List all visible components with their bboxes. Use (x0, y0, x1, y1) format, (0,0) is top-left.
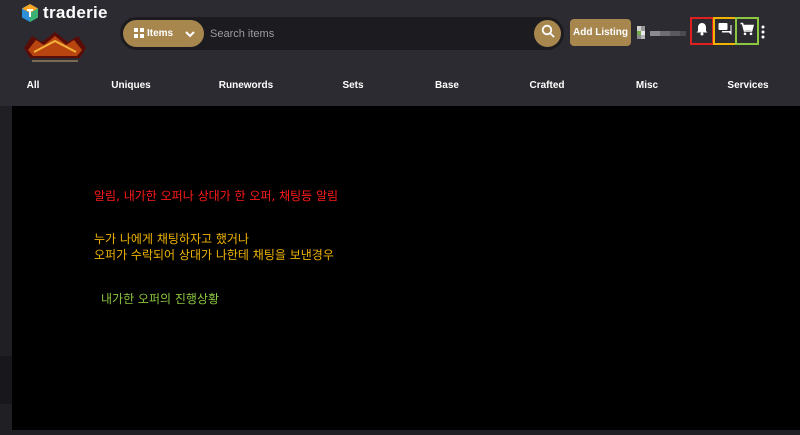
category-select-label: Items (147, 28, 174, 39)
chevron-down-icon (184, 27, 196, 45)
nav-item-sets[interactable]: Sets (342, 80, 363, 91)
annotation-cart: 내가한 오퍼의 진행상황 (101, 292, 220, 306)
kebab-menu-icon (761, 25, 765, 43)
category-nav: All Uniques Runewords Sets Base Crafted … (0, 80, 800, 96)
nav-item-misc[interactable]: Misc (636, 80, 658, 91)
grid-icon (134, 25, 144, 43)
annotation-notifications: 알림, 내가한 오퍼나 상대가 한 오퍼, 채팅등 알림 (94, 189, 339, 203)
cart-button[interactable] (735, 17, 759, 45)
brand[interactable]: traderie (22, 3, 108, 23)
left-edge-panel (0, 106, 12, 435)
annotation-messages-line1: 누가 나에게 채팅하자고 했거나 (94, 232, 249, 246)
bottom-edge (12, 430, 800, 435)
nav-item-all[interactable]: All (27, 80, 40, 91)
add-listing-button[interactable]: Add Listing (570, 19, 631, 46)
annotation-messages-line2: 오퍼가 수락되어 상대가 나한테 채팅을 보낸경우 (94, 248, 334, 262)
nav-item-uniques[interactable]: Uniques (111, 80, 150, 91)
search-icon (541, 24, 555, 43)
messages-button[interactable] (713, 17, 737, 45)
more-menu-button[interactable] (761, 25, 765, 39)
category-select[interactable]: Items (123, 20, 204, 47)
nav-item-runewords[interactable]: Runewords (219, 80, 273, 91)
avatar (636, 26, 688, 46)
traderie-logo-icon (22, 4, 38, 22)
search-button[interactable] (534, 20, 561, 47)
bell-icon (695, 22, 709, 41)
cart-icon (740, 22, 755, 41)
user-profile[interactable] (636, 24, 688, 42)
chat-icon (718, 22, 732, 41)
diablo-logo[interactable] (22, 28, 88, 66)
annotation-area: 알림, 내가한 오퍼나 상대가 한 오퍼, 채팅등 알림 누가 나에게 채팅하자… (12, 106, 800, 435)
nav-item-services[interactable]: Services (727, 80, 768, 91)
nav-item-crafted[interactable]: Crafted (529, 80, 564, 91)
brand-name: traderie (43, 3, 108, 22)
search-input[interactable] (206, 21, 524, 46)
nav-item-base[interactable]: Base (435, 80, 459, 91)
notifications-button[interactable] (690, 17, 714, 45)
top-header: traderie Items Search items Add Listing … (0, 0, 800, 106)
search-bar: Items (120, 17, 564, 50)
